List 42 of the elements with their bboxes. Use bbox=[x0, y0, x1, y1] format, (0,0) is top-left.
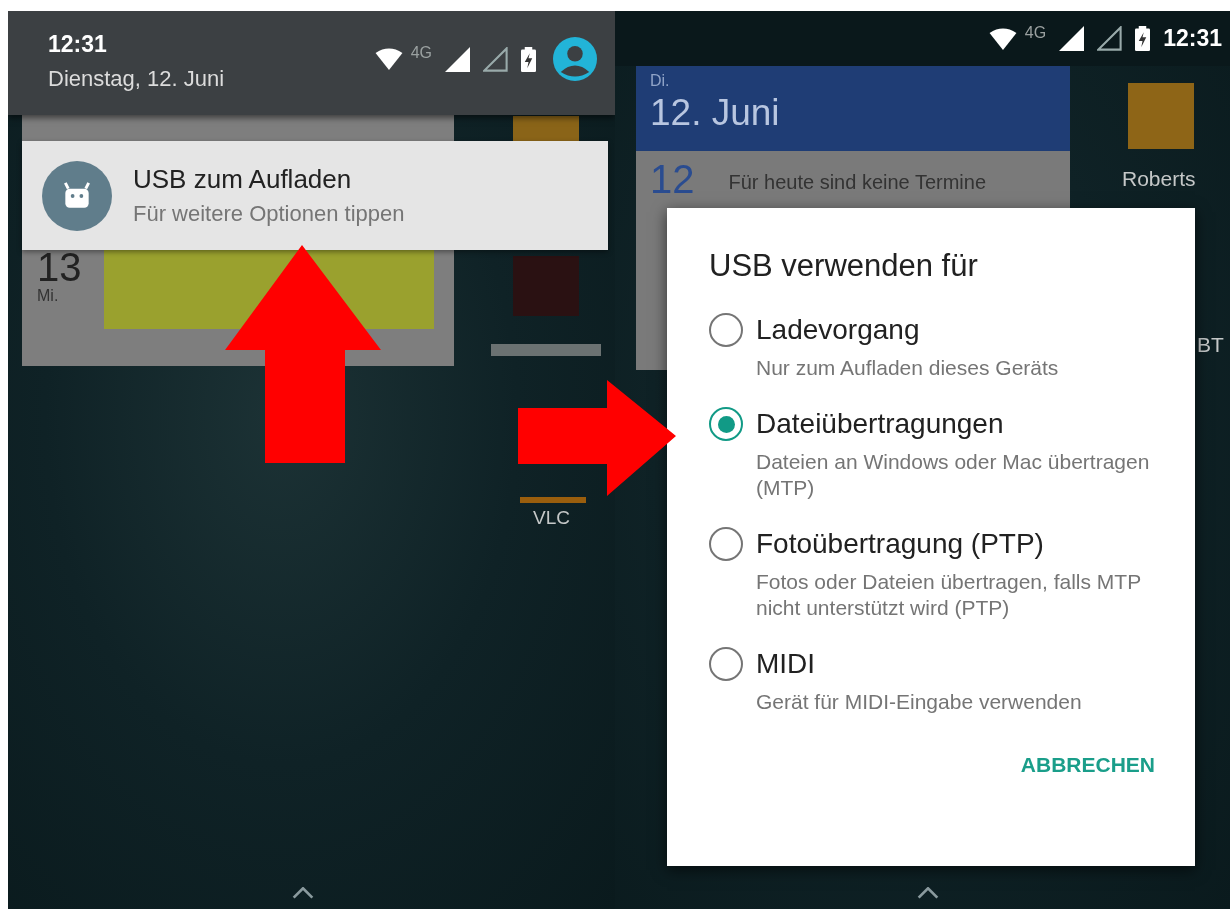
weekday-label: Di. bbox=[650, 72, 671, 90]
clock-time: 12:31 bbox=[1163, 25, 1222, 52]
signal-icon bbox=[1059, 26, 1085, 51]
option-label[interactable]: Fotoübertragung (PTP) bbox=[756, 527, 1161, 561]
day-number: 12 bbox=[650, 159, 695, 199]
wifi-icon bbox=[374, 48, 403, 70]
app-label[interactable]: Roberts bbox=[1122, 167, 1196, 191]
day-number: 13 bbox=[37, 247, 82, 287]
notification-card[interactable]: USB zum Aufladen Für weitere Optionen tippen bbox=[22, 141, 608, 250]
no-events-text: Für heute sind keine Termine bbox=[728, 171, 987, 195]
radio-button[interactable] bbox=[709, 527, 743, 561]
weekday-label: Mi. bbox=[37, 287, 60, 305]
notification-text: Für weitere Optionen tippen bbox=[133, 201, 405, 227]
radio-button[interactable] bbox=[709, 407, 743, 441]
network-type-label: 4G bbox=[1024, 23, 1047, 42]
option-label[interactable]: Dateiübertragungen bbox=[756, 407, 1161, 441]
option-description: Gerät für MIDI-Eingabe verwenden bbox=[756, 689, 1083, 715]
option-description: Dateien an Windows oder Mac übertragen (MTP) bbox=[756, 449, 1151, 501]
network-type-label: 4G bbox=[410, 44, 432, 62]
clock-time: 12:31 bbox=[48, 31, 108, 58]
option-label[interactable]: Ladevorgang bbox=[756, 313, 1161, 347]
app-label[interactable]: VLC bbox=[533, 507, 570, 529]
chevron-up-icon bbox=[917, 887, 939, 899]
battery-charging-icon bbox=[1135, 26, 1151, 51]
battery-charging-icon bbox=[521, 46, 536, 72]
option-label[interactable]: MIDI bbox=[756, 647, 1161, 681]
wifi-icon bbox=[988, 27, 1017, 50]
date-label: Dienstag, 12. Juni bbox=[48, 66, 225, 92]
option-description: Fotos oder Dateien übertragen, falls MTP nicht unterstützt wird (PTP) bbox=[756, 569, 1142, 621]
signal-empty-icon bbox=[1097, 26, 1123, 51]
avatar-icon bbox=[553, 37, 597, 81]
app-label[interactable]: BT bbox=[1197, 333, 1224, 357]
notification-title: USB zum Aufladen bbox=[133, 164, 353, 195]
radio-button[interactable] bbox=[709, 313, 743, 347]
dialog-title: USB verwenden für bbox=[709, 247, 979, 285]
signal-icon bbox=[445, 46, 470, 72]
chevron-up-icon bbox=[292, 887, 314, 899]
radio-button[interactable] bbox=[709, 647, 743, 681]
date-heading: 12. Juni bbox=[650, 92, 781, 134]
option-description: Nur zum Aufladen dieses Geräts bbox=[756, 355, 1060, 381]
signal-empty-icon bbox=[483, 46, 508, 72]
robot-icon bbox=[42, 160, 112, 231]
